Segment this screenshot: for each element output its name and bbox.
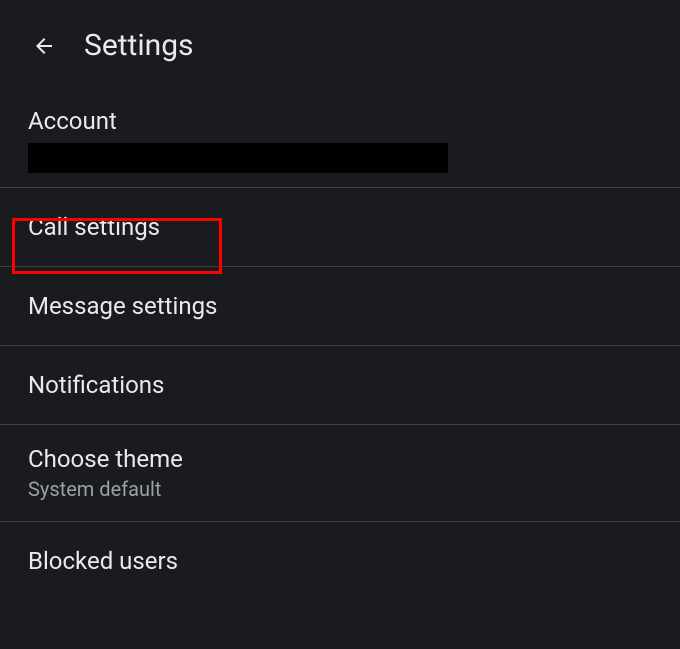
account-label: Account	[28, 107, 652, 135]
item-title: Choose theme	[28, 445, 652, 473]
list-item-message-settings[interactable]: Message settings	[0, 267, 680, 345]
list-item-call-settings[interactable]: Call settings	[0, 188, 680, 266]
list-item-notifications[interactable]: Notifications	[0, 346, 680, 424]
back-arrow-icon[interactable]	[32, 34, 56, 58]
account-section[interactable]: Account	[0, 83, 680, 187]
list-item-blocked-users[interactable]: Blocked users	[0, 522, 680, 600]
account-value-redacted	[28, 143, 448, 173]
item-title: Call settings	[28, 213, 652, 241]
item-title: Message settings	[28, 292, 652, 320]
item-title: Notifications	[28, 371, 652, 399]
header: Settings	[0, 0, 680, 83]
list-item-choose-theme[interactable]: Choose theme System default	[0, 425, 680, 521]
item-subtitle: System default	[28, 477, 652, 501]
page-title: Settings	[84, 28, 194, 63]
item-title: Blocked users	[28, 547, 652, 575]
